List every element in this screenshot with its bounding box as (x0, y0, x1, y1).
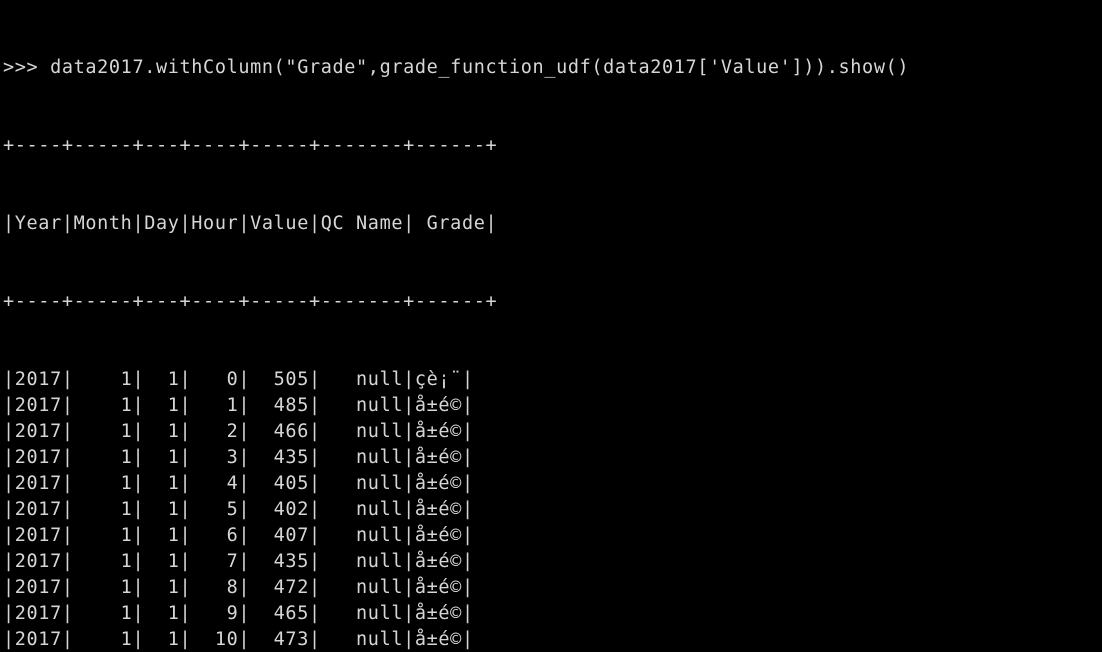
table-row: |2017| 1| 1| 10| 473| null|å±é©| (3, 629, 474, 650)
table-row: |2017| 1| 1| 5| 402| null|å±é©| (3, 499, 474, 520)
table-row: |2017| 1| 1| 4| 405| null|å±é©| (3, 473, 474, 494)
table-row: |2017| 1| 1| 7| 435| null|å±é©| (3, 551, 474, 572)
table-row: |2017| 1| 1| 0| 505| null|çè¡¨| (3, 369, 474, 390)
table-row: |2017| 1| 1| 1| 485| null|å±é©| (3, 395, 474, 416)
table-separator-top: +----+-----+---+----+-----+-------+-----… (3, 135, 498, 156)
shell-prompt-line: >>> data2017.withColumn("Grade",grade_fu… (3, 57, 910, 78)
table-row: |2017| 1| 1| 2| 466| null|å±é©| (3, 421, 474, 442)
terminal-screen[interactable]: >>> data2017.withColumn("Grade",grade_fu… (0, 0, 1102, 652)
table-row: |2017| 1| 1| 8| 472| null|å±é©| (3, 577, 474, 598)
table-row: |2017| 1| 1| 9| 465| null|å±é©| (3, 603, 474, 624)
table-body: |2017| 1| 1| 0| 505| null|çè¡¨| |2017| 1|… (3, 367, 1102, 652)
table-separator-header: +----+-----+---+----+-----+-------+-----… (3, 291, 498, 312)
table-row: |2017| 1| 1| 3| 435| null|å±é©| (3, 447, 474, 468)
table-header-row: |Year|Month|Day|Hour|Value|QC Name| Grad… (3, 213, 498, 234)
table-row: |2017| 1| 1| 6| 407| null|å±é©| (3, 525, 474, 546)
